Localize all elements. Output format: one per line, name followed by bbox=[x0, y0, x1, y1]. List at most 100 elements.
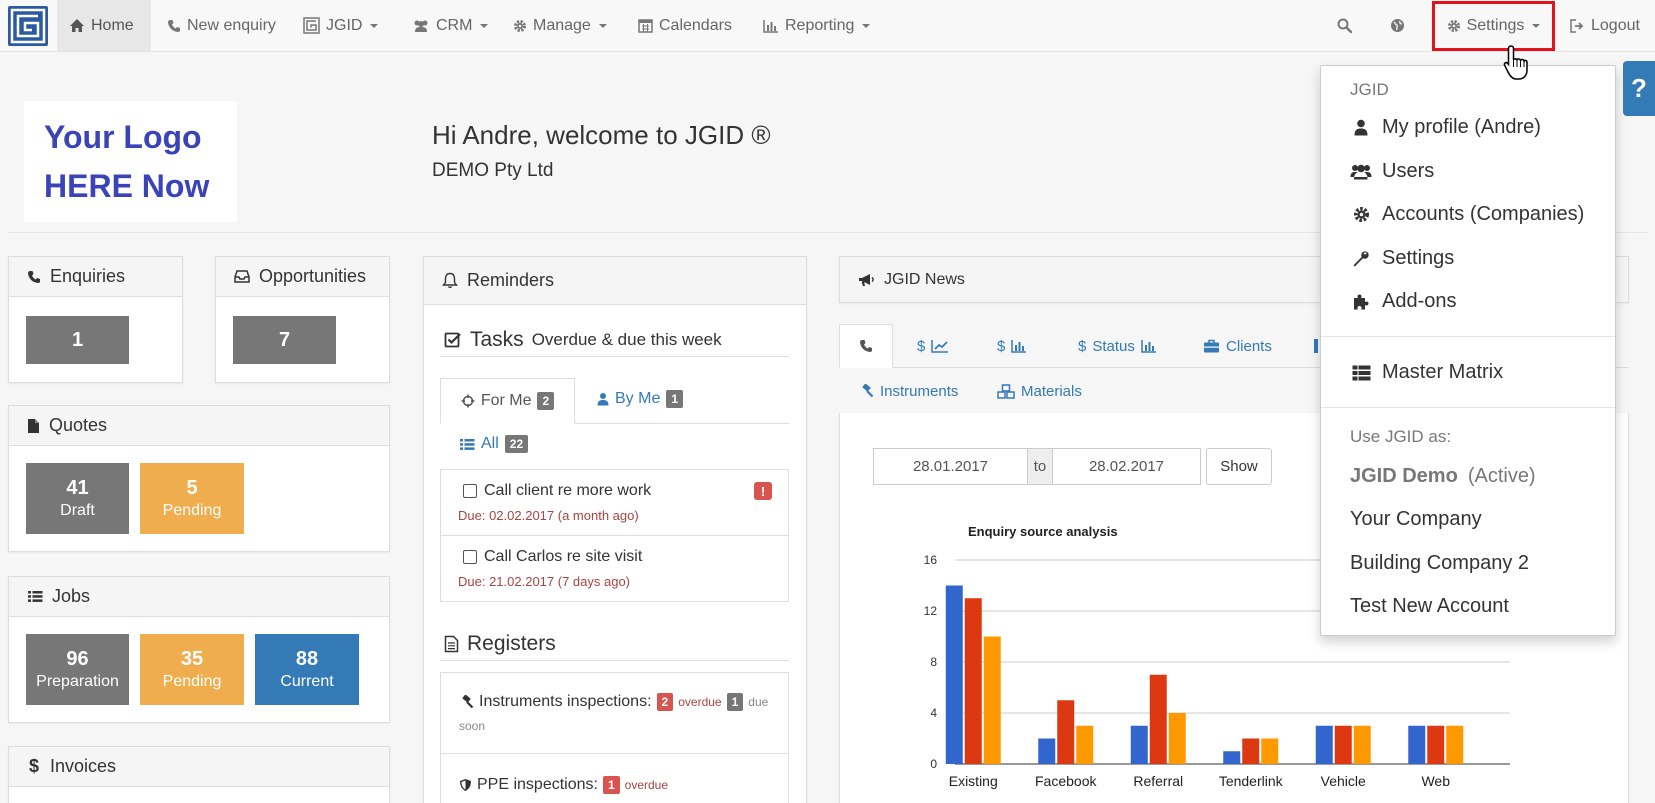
account-option-label: Building Company 2 bbox=[1350, 552, 1529, 574]
language-button[interactable] bbox=[1384, 0, 1410, 51]
jobs-preparation-tile[interactable]: 96 Preparation bbox=[26, 634, 129, 705]
opportunities-count-tile[interactable]: 7 bbox=[233, 316, 336, 364]
settings-dropdown-menu: JGID My profile (Andre) Users Accounts (… bbox=[1320, 65, 1616, 636]
dollar-icon: $ bbox=[28, 756, 39, 776]
chart-bar[interactable] bbox=[945, 585, 963, 765]
dollar-icon: $ bbox=[917, 337, 926, 355]
task-row[interactable]: Call client re more work Due: 02.02.2017… bbox=[440, 469, 789, 536]
registers-divider bbox=[440, 660, 789, 661]
chart-bar[interactable] bbox=[1242, 738, 1260, 765]
task-title: Call Carlos re site visit bbox=[484, 548, 643, 565]
menu-item-users[interactable]: Users bbox=[1350, 160, 1434, 183]
news-tab-enquiries[interactable] bbox=[839, 324, 893, 368]
chart-bar[interactable] bbox=[1353, 725, 1371, 764]
tabs-baseline bbox=[575, 423, 789, 424]
chart-bar[interactable] bbox=[1315, 725, 1333, 764]
news-tab-instruments[interactable]: Instruments bbox=[859, 369, 958, 413]
register-soon-label: due bbox=[748, 695, 769, 709]
news-tab-materials[interactable]: Materials bbox=[997, 369, 1082, 413]
news-tab-clients[interactable]: Clients bbox=[1203, 324, 1272, 368]
nav-logout[interactable]: Logout bbox=[1558, 0, 1652, 51]
news-tab-status[interactable]: $ Status bbox=[1078, 324, 1157, 368]
register-soon-label-2: soon bbox=[459, 719, 486, 733]
chart-bar[interactable] bbox=[1149, 674, 1167, 764]
task-checkbox[interactable] bbox=[463, 484, 477, 498]
chart-bar[interactable] bbox=[1130, 725, 1148, 764]
account-option-your-company[interactable]: Your Company bbox=[1350, 508, 1482, 531]
register-overdue-label: overdue bbox=[678, 695, 722, 709]
nav-calendars[interactable]: Calendars bbox=[626, 0, 744, 51]
nav-manage[interactable]: Manage bbox=[501, 0, 619, 51]
chart-bar[interactable] bbox=[1038, 738, 1056, 765]
chart-bar[interactable] bbox=[1223, 751, 1241, 764]
date-to-input[interactable]: 28.02.2017 bbox=[1052, 448, 1201, 485]
account-option-test-new-account[interactable]: Test New Account bbox=[1350, 595, 1509, 618]
gear-icon bbox=[1350, 206, 1372, 223]
menu-item-master-matrix[interactable]: Master Matrix bbox=[1350, 361, 1503, 384]
chart-bar[interactable] bbox=[983, 636, 1001, 765]
dropdown-use-as-header: Use JGID as: bbox=[1350, 427, 1452, 446]
dollar-icon: $ bbox=[997, 337, 1006, 355]
date-from-input[interactable]: 28.01.2017 bbox=[873, 448, 1028, 485]
chevron-down-icon bbox=[862, 23, 871, 28]
chart-bar[interactable] bbox=[1408, 725, 1426, 764]
chart-bar[interactable] bbox=[1168, 713, 1186, 764]
news-tab-materials-label: Materials bbox=[1021, 382, 1082, 400]
nav-home[interactable]: Home bbox=[57, 0, 151, 51]
menu-item-add-ons[interactable]: Add-ons bbox=[1350, 290, 1457, 313]
nav-new-enquiry[interactable]: New enquiry bbox=[155, 0, 288, 51]
dollar-icon: $ bbox=[1078, 337, 1087, 355]
search-button[interactable] bbox=[1331, 0, 1357, 51]
brand-logo-icon[interactable] bbox=[8, 6, 48, 46]
account-option-building-company-2[interactable]: Building Company 2 bbox=[1350, 552, 1529, 575]
phone-icon bbox=[167, 19, 181, 33]
chart-bar[interactable] bbox=[1446, 725, 1464, 764]
dropdown-section-header: JGID bbox=[1350, 80, 1389, 99]
jgid-icon bbox=[303, 17, 320, 34]
quotes-draft-label: Draft bbox=[60, 501, 95, 519]
chart-bar[interactable] bbox=[1334, 725, 1352, 764]
company-logo: Your Logo HERE Now bbox=[24, 101, 237, 222]
tab-for-me[interactable]: For Me 2 bbox=[440, 378, 575, 424]
quotes-draft-tile[interactable]: 41 Draft bbox=[26, 463, 129, 534]
menu-item-my-profile[interactable]: My profile (Andre) bbox=[1350, 116, 1541, 139]
menu-item-settings[interactable]: Settings bbox=[1350, 247, 1454, 270]
account-option-label: Your Company bbox=[1350, 508, 1482, 530]
chart-bar[interactable] bbox=[1076, 725, 1094, 764]
menu-item-label: Add-ons bbox=[1382, 290, 1457, 312]
show-button[interactable]: Show bbox=[1206, 448, 1272, 485]
help-tab-button[interactable]: ? bbox=[1623, 61, 1655, 116]
jobs-pending-tile[interactable]: 35 Pending bbox=[140, 634, 244, 705]
jobs-current-tile[interactable]: 88 Current bbox=[255, 634, 359, 705]
tab-for-me-label: For Me bbox=[480, 392, 532, 409]
nav-jgid[interactable]: JGID bbox=[291, 0, 390, 51]
news-tab-clients-label: Clients bbox=[1226, 337, 1272, 355]
task-checkbox[interactable] bbox=[463, 550, 477, 564]
task-row[interactable]: Call Carlos re site visit Due: 21.02.201… bbox=[440, 535, 789, 602]
jobs-panel: Jobs 96 Preparation 35 Pending 88 Curren… bbox=[8, 576, 390, 723]
bullhorn-icon bbox=[858, 273, 875, 287]
tab-all[interactable]: All 22 bbox=[459, 435, 529, 453]
news-tab-revenue-bars[interactable]: $ bbox=[997, 324, 1027, 368]
menu-item-accounts[interactable]: Accounts (Companies) bbox=[1350, 203, 1584, 226]
register-soon-count: 1 bbox=[726, 693, 744, 711]
tab-by-me[interactable]: By Me 1 bbox=[597, 390, 684, 408]
quotes-pending-tile[interactable]: 5 Pending bbox=[140, 463, 244, 534]
register-row[interactable]: PPE inspections: 1 overdue bbox=[440, 753, 789, 803]
nav-reporting[interactable]: Reporting bbox=[751, 0, 882, 51]
gavel-icon bbox=[859, 384, 874, 398]
chart-bar[interactable] bbox=[964, 598, 982, 764]
chart-bar[interactable] bbox=[1427, 725, 1445, 764]
logo-line-1: Your Logo bbox=[44, 118, 202, 155]
enquiries-count-tile[interactable]: 1 bbox=[26, 316, 129, 364]
account-option-jgid-demo[interactable]: JGID Demo (Active) bbox=[1350, 465, 1536, 488]
news-tab-revenue-trend[interactable]: $ bbox=[917, 324, 949, 368]
list-icon bbox=[27, 590, 43, 603]
nav-crm[interactable]: CRM bbox=[400, 0, 500, 51]
chart-bar[interactable] bbox=[1261, 738, 1279, 765]
enquiries-panel: Enquiries 1 bbox=[8, 256, 183, 383]
check-square-icon bbox=[444, 331, 462, 349]
menu-item-label: Settings bbox=[1382, 247, 1455, 269]
chart-bar[interactable] bbox=[1057, 700, 1075, 764]
register-row[interactable]: Instruments inspections: 2 overdue 1 due… bbox=[440, 672, 789, 754]
